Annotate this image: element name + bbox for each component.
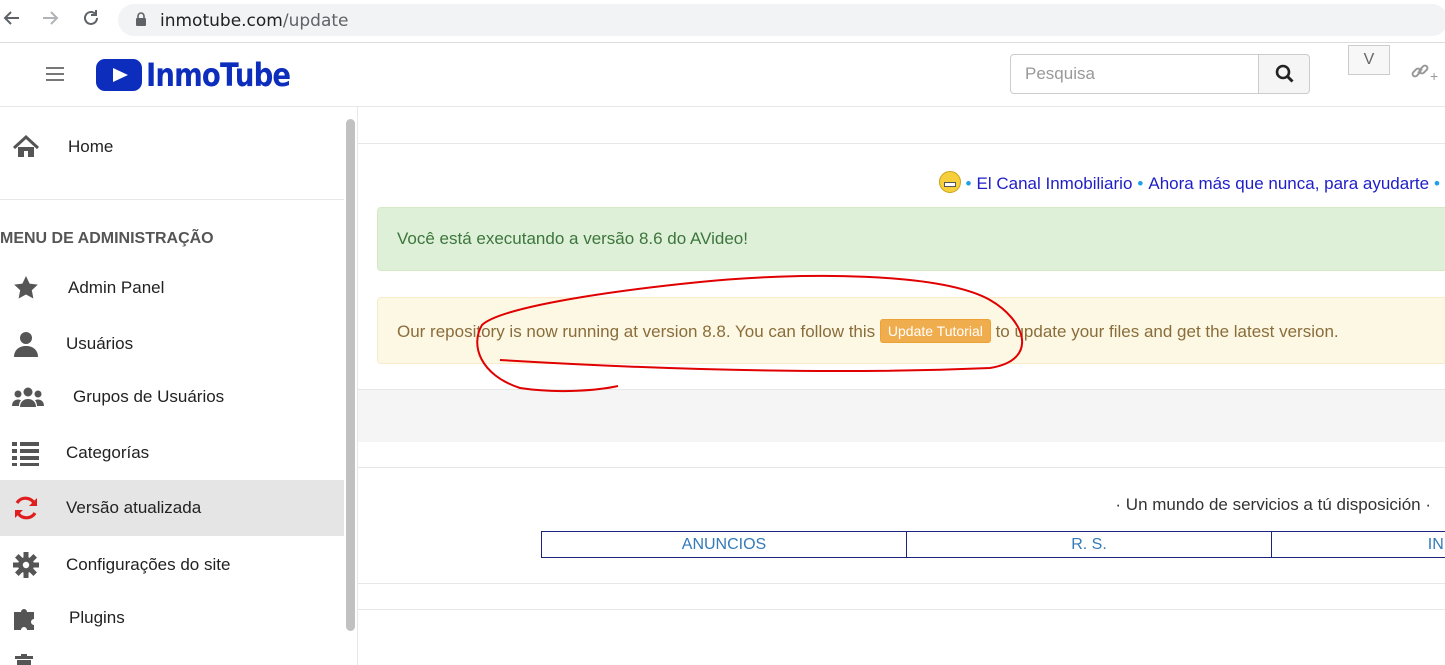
- marquee-banner: • El Canal Inmobiliario • Ahora más que nun…: [938, 171, 1445, 194]
- list-icon: [12, 442, 39, 466]
- footer-link-rs[interactable]: R. S.: [907, 532, 1272, 557]
- warning-text: to update your files and get the latest …: [995, 322, 1339, 341]
- sidebar-item-label: Plugins: [69, 608, 125, 627]
- hamburger-menu-icon[interactable]: [46, 67, 64, 81]
- refresh-icon: [15, 496, 37, 520]
- address-bar[interactable]: inmotube.com/update: [118, 4, 1445, 36]
- gear-icon: [13, 552, 39, 578]
- forward-icon[interactable]: [38, 8, 62, 32]
- main-content: • El Canal Inmobiliario • Ahora más que nun…: [358, 107, 1445, 665]
- marquee-item[interactable]: El Canal Inmobiliario: [977, 174, 1133, 193]
- user-icon: [14, 332, 38, 357]
- home-icon: [12, 134, 40, 157]
- footer-link-inmob[interactable]: INMOB: [1272, 532, 1445, 557]
- success-alert: Você está executando a versão 8.6 do AVi…: [377, 207, 1445, 271]
- users-icon: [12, 387, 44, 407]
- update-tutorial-button[interactable]: Update Tutorial: [879, 319, 991, 343]
- star-icon: [14, 276, 38, 299]
- site-logo[interactable]: InmoTube: [96, 56, 314, 94]
- reload-icon[interactable]: [79, 8, 103, 32]
- puzzle-icon: [14, 609, 34, 630]
- sidebar-item-site-settings[interactable]: Configurações do site: [0, 537, 344, 593]
- sidebar-item-home[interactable]: Home: [0, 119, 344, 175]
- divider: [358, 467, 1445, 468]
- sidebar-item-label: Usuários: [66, 334, 134, 353]
- divider: [358, 143, 1445, 144]
- grimace-emoji-icon: [938, 171, 961, 193]
- sidebar-item-categories[interactable]: Categorías: [0, 425, 344, 481]
- sidebar-item-label: Configurações do site: [66, 555, 231, 574]
- marquee-item[interactable]: Ahora más que nunca, para ayudarte: [1148, 174, 1429, 193]
- gray-band: [358, 389, 1445, 442]
- link-icon[interactable]: +: [1410, 61, 1438, 86]
- site-header: InmoTube Pesquisa V +: [0, 43, 1445, 107]
- search-button[interactable]: [1259, 54, 1310, 94]
- sidebar-item-update-version[interactable]: Versão atualizada: [0, 480, 344, 536]
- sidebar-item-plugins[interactable]: Plugins: [0, 590, 344, 646]
- footer-link-table: ANUNCIOS R. S. INMOB: [541, 531, 1445, 558]
- sidebar-item-user-groups[interactable]: Grupos de Usuários: [0, 369, 344, 425]
- warning-text: Our repository is now running at version…: [397, 322, 876, 341]
- logo-text: InmoTube: [146, 56, 291, 94]
- play-icon: [96, 59, 142, 91]
- sidebar-item-label: Versão atualizada: [66, 498, 202, 517]
- sidebar-scrollbar[interactable]: [346, 119, 355, 631]
- sidebar-item-label: Home: [68, 137, 114, 156]
- search-input[interactable]: Pesquisa: [1010, 54, 1259, 94]
- sidebar-item-users[interactable]: Usuários: [0, 316, 344, 372]
- user-button[interactable]: V: [1348, 45, 1390, 75]
- sidebar-item-label: Grupos de Usuários: [73, 387, 225, 406]
- lock-icon: [136, 12, 146, 26]
- sidebar-item-admin-panel[interactable]: Admin Panel: [0, 260, 344, 316]
- browser-toolbar: inmotube.com/update: [0, 0, 1445, 43]
- divider: [358, 583, 1445, 584]
- sidebar-section-header: MENU DE ADMINISTRAÇÃO: [0, 230, 214, 247]
- footer-link-anuncios[interactable]: ANUNCIOS: [542, 532, 907, 557]
- sidebar: Home MENU DE ADMINISTRAÇÃO Admin Panel U…: [0, 107, 358, 665]
- footer-tagline: · Un mundo de servicios a tú disposición…: [1115, 495, 1431, 514]
- url-text: inmotube.com/update: [160, 11, 349, 31]
- sidebar-item-label: Admin Panel: [68, 278, 165, 297]
- sidebar-divider: [0, 199, 344, 200]
- back-icon[interactable]: [0, 8, 24, 32]
- trash-icon[interactable]: [12, 654, 36, 665]
- divider: [358, 609, 1445, 610]
- sidebar-item-label: Categorías: [66, 443, 150, 462]
- update-warning-alert: Our repository is now running at version…: [377, 297, 1445, 364]
- search-icon: [1275, 64, 1294, 83]
